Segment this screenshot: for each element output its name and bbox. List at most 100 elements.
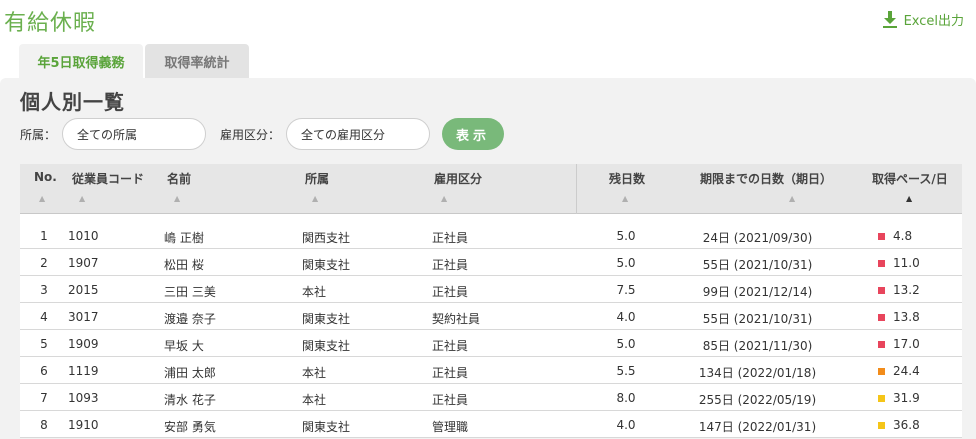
- col-dept: 所属: [305, 172, 330, 186]
- row-pace: 13.2: [878, 283, 940, 297]
- row-pace: 31.9: [878, 391, 940, 405]
- pace-indicator-icon: [878, 286, 885, 294]
- row-dept: 関東支社: [302, 420, 351, 434]
- row-emp: 正社員: [432, 366, 469, 380]
- tab-bar: 年5日取得義務 取得率統計: [19, 44, 249, 78]
- row-days: 99日 (2021/12/14): [702, 285, 813, 299]
- table-row[interactable]: 3 2015 三田 三美 本社 正社員 7.5 99日 (2021/12/14) 13.2: [20, 276, 962, 303]
- row-no: 3: [40, 283, 48, 297]
- col-emp: 雇用区分: [434, 172, 483, 186]
- sort-dept-icon[interactable]: ▲: [312, 194, 318, 203]
- row-days: 85日 (2021/11/30): [702, 339, 813, 353]
- table-row[interactable]: 5 1909 早坂 大 関東支社 正社員 5.0 85日 (2021/11/30) 17.0: [20, 330, 962, 357]
- table-row[interactable]: 4 3017 渡邉 奈子 関東支社 契約社員 4.0 55日 (2021/10/31) 13.…: [20, 303, 962, 330]
- table-row[interactable]: 1 1010 嶋 正樹 関西支社 正社員 5.0 24日 (2021/09/30) 4.8: [20, 222, 962, 249]
- row-name: 清水 花子: [164, 393, 216, 407]
- pace-indicator-icon: [878, 367, 885, 375]
- row-remaining: 4.0: [616, 418, 636, 432]
- sort-name-icon[interactable]: ▲: [174, 194, 180, 203]
- row-code: 1010: [68, 229, 99, 243]
- row-name: 安部 勇気: [164, 420, 216, 434]
- col-days-to-deadline: 期限までの日数（期日）: [700, 172, 833, 186]
- export-label: Excel出力: [903, 14, 964, 29]
- row-days: 24日 (2021/09/30): [702, 231, 813, 245]
- dept-filter-label: 所属：: [20, 127, 57, 142]
- filter-bar: 所属： 全ての所属 雇用区分： 全ての雇用区分 表示: [20, 118, 505, 150]
- row-dept: 関東支社: [302, 312, 351, 326]
- emp-filter-label: 雇用区分：: [220, 127, 281, 142]
- employee-table: No. 従業員コード 名前 所属 雇用区分 残日数 期限までの日数（期日） 取得…: [20, 164, 962, 438]
- sort-remaining-icon[interactable]: ▲: [622, 194, 628, 203]
- row-no: 8: [40, 418, 48, 432]
- row-emp: 正社員: [432, 285, 469, 299]
- row-emp: 管理職: [432, 420, 469, 434]
- excel-export-button[interactable]: Excel出力: [882, 10, 964, 29]
- row-pace: 17.0: [878, 337, 940, 351]
- row-name: 渡邉 奈子: [164, 312, 216, 326]
- table-header: No. 従業員コード 名前 所属 雇用区分 残日数 期限までの日数（期日） 取得…: [20, 164, 962, 214]
- row-remaining: 7.5: [616, 283, 636, 297]
- pace-indicator-icon: [878, 313, 885, 321]
- row-days: 147日 (2022/01/31): [698, 420, 817, 434]
- row-emp: 正社員: [432, 339, 469, 353]
- row-no: 4: [40, 310, 48, 324]
- row-no: 7: [40, 391, 48, 405]
- col-no: No.: [34, 170, 57, 184]
- row-code: 1119: [68, 364, 99, 378]
- row-pace: 24.4: [878, 364, 940, 378]
- download-icon: [882, 10, 897, 28]
- row-remaining: 4.0: [616, 310, 636, 324]
- row-pace: 13.8: [878, 310, 940, 324]
- row-days: 55日 (2021/10/31): [702, 258, 813, 272]
- show-button[interactable]: 表示: [442, 118, 505, 150]
- row-dept: 関西支社: [302, 231, 351, 245]
- row-days: 55日 (2021/10/31): [702, 312, 813, 326]
- row-code: 2015: [68, 283, 99, 297]
- table-row[interactable]: 6 1119 浦田 太郎 本社 正社員 5.5 134日 (2022/01/18) 24.4: [20, 357, 962, 384]
- content-panel: 個人別一覧 所属： 全ての所属 雇用区分： 全ての雇用区分 表示 No. 従業員…: [0, 78, 976, 439]
- table-row[interactable]: 8 1910 安部 勇気 関東支社 管理職 4.0 147日 (2022/01/31) 36.…: [20, 411, 962, 438]
- row-name: 嶋 正樹: [164, 231, 204, 245]
- pace-value: 13.8: [893, 310, 920, 324]
- table-body: 1 1010 嶋 正樹 関西支社正社員 5.0 24日 (2021/09/30) 4.8 2 1…: [20, 222, 962, 438]
- col-name: 名前: [167, 172, 192, 186]
- pace-indicator-icon: [878, 340, 885, 348]
- row-days: 255日 (2022/05/19): [698, 393, 817, 407]
- sort-emp-icon[interactable]: ▲: [441, 194, 447, 203]
- tab-acquisition-stats[interactable]: 取得率統計: [145, 44, 249, 78]
- row-pace: 11.0: [878, 256, 940, 270]
- table-row[interactable]: 7 1093 清水 花子 本社 正社員 8.0 255日 (2022/05/19) 31.9: [20, 384, 962, 411]
- pace-value: 31.9: [893, 391, 920, 405]
- row-no: 6: [40, 364, 48, 378]
- sort-days-icon[interactable]: ▲: [789, 194, 795, 203]
- sort-pace-icon[interactable]: ▲: [906, 194, 912, 203]
- page-title: 有給休暇: [4, 11, 97, 36]
- sort-code-icon[interactable]: ▲: [79, 194, 85, 203]
- pace-value: 13.2: [893, 283, 920, 297]
- emp-select[interactable]: 全ての雇用区分: [286, 118, 431, 150]
- col-remaining: 残日数: [609, 172, 646, 186]
- row-dept: 関東支社: [302, 258, 351, 272]
- sort-no-icon[interactable]: ▲: [39, 194, 45, 203]
- row-dept: 本社: [302, 393, 327, 407]
- row-no: 2: [40, 256, 48, 270]
- pace-indicator-icon: [878, 259, 885, 267]
- row-no: 1: [40, 229, 48, 243]
- dept-select[interactable]: 全ての所属: [62, 118, 207, 150]
- row-remaining: 5.0: [616, 229, 636, 243]
- pace-value: 4.8: [893, 229, 913, 243]
- row-code: 1093: [68, 391, 99, 405]
- tab-annual-5day[interactable]: 年5日取得義務: [19, 44, 143, 78]
- table-spacer: [20, 214, 962, 222]
- row-remaining: 8.0: [616, 391, 636, 405]
- pace-value: 11.0: [893, 256, 920, 270]
- row-emp: 正社員: [432, 258, 469, 272]
- row-code: 1909: [68, 337, 99, 351]
- row-pace: 4.8: [878, 229, 940, 243]
- row-dept: 本社: [302, 285, 327, 299]
- pace-indicator-icon: [878, 394, 885, 402]
- row-code: 1910: [68, 418, 99, 432]
- table-row[interactable]: 2 1907 松田 桜 関東支社 正社員 5.0 55日 (2021/10/31) 11.0: [20, 249, 962, 276]
- row-emp: 正社員: [432, 393, 469, 407]
- row-name: 松田 桜: [164, 258, 204, 272]
